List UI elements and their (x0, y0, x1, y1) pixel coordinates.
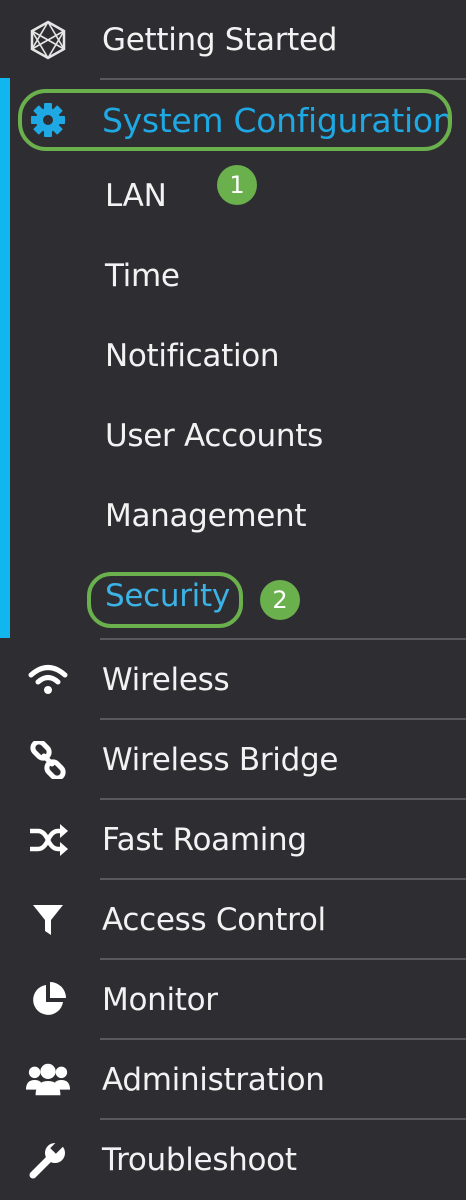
hexagon-network-icon (26, 18, 70, 62)
chain-link-icon (26, 738, 70, 782)
sub-item-time[interactable]: Time (105, 258, 180, 294)
step-badge-2: 2 (260, 580, 300, 620)
callout-outline-step1 (18, 89, 452, 151)
sub-item-lan[interactable]: LAN (105, 178, 167, 214)
users-icon (26, 1058, 70, 1102)
sidebar-item-label: Wireless (102, 662, 230, 698)
sub-item-management[interactable]: Management (105, 498, 307, 534)
sidebar-item-label: Wireless Bridge (102, 742, 339, 778)
sidebar-item-monitor[interactable]: Monitor (0, 960, 466, 1040)
shuffle-icon (26, 818, 70, 862)
sidebar-item-administration[interactable]: Administration (0, 1040, 466, 1120)
sidebar-item-wireless[interactable]: Wireless (0, 640, 466, 720)
sidebar-item-label: Administration (102, 1062, 325, 1098)
sidebar-item-wireless-bridge[interactable]: Wireless Bridge (0, 720, 466, 800)
sub-item-notification[interactable]: Notification (105, 338, 280, 374)
filter-icon (26, 898, 70, 942)
sidebar-item-label: Fast Roaming (102, 822, 307, 858)
active-section-indicator (0, 78, 10, 638)
step-badge-1: 1 (217, 165, 257, 205)
pie-chart-icon (26, 978, 70, 1022)
sidebar-item-getting-started[interactable]: Getting Started (0, 0, 466, 80)
sidebar-item-troubleshoot[interactable]: Troubleshoot (0, 1120, 466, 1200)
sidebar-item-label: Troubleshoot (102, 1142, 297, 1178)
sub-item-user-accounts[interactable]: User Accounts (105, 418, 323, 454)
sidebar-item-label: Monitor (102, 982, 218, 1018)
wrench-icon (26, 1138, 70, 1182)
sidebar-item-fast-roaming[interactable]: Fast Roaming (0, 800, 466, 880)
wifi-icon (26, 658, 70, 702)
callout-outline-step2 (87, 572, 243, 628)
sidebar-item-access-control[interactable]: Access Control (0, 880, 466, 960)
sidebar-item-label: Getting Started (102, 22, 338, 58)
sidebar-nav: Getting Started System Configuration 1 L… (0, 0, 466, 1196)
sidebar-item-label: Access Control (102, 902, 326, 938)
